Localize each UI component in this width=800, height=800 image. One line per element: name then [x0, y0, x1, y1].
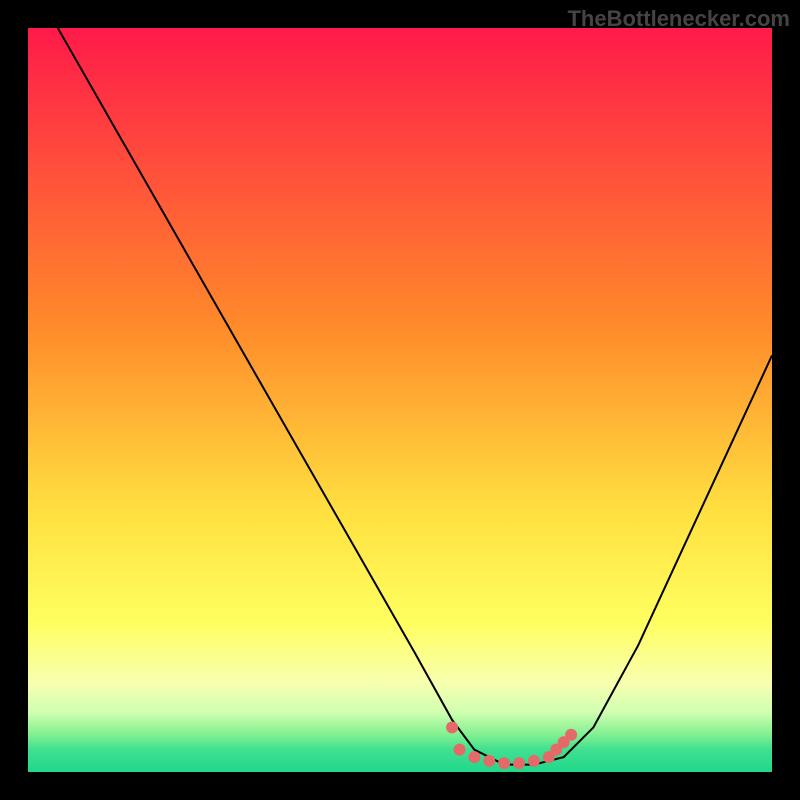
chart-container: TheBottlenecker.com: [0, 0, 800, 800]
highlight-dots: [446, 721, 577, 769]
curve-layer: [28, 28, 772, 772]
plot-area: [28, 28, 772, 772]
watermark-text: TheBottlenecker.com: [567, 6, 790, 32]
main-curve: [58, 28, 772, 765]
